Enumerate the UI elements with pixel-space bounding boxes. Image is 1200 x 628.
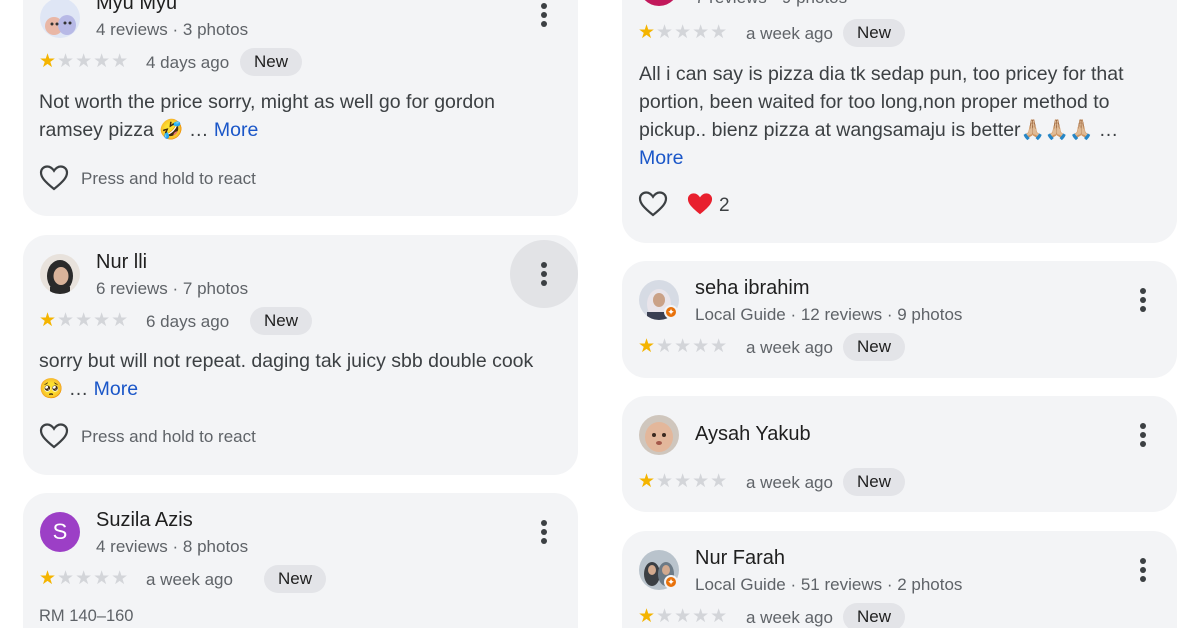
react-prompt: Press and hold to react <box>81 169 256 188</box>
review-body: Not worth the price sorry, might as well… <box>39 91 495 141</box>
review-date: a week ago <box>746 473 833 492</box>
reaction-count: 2 <box>719 195 730 216</box>
review-date: 4 days ago <box>146 53 230 72</box>
avatar[interactable] <box>40 254 80 294</box>
avatar[interactable] <box>639 0 679 6</box>
avatar[interactable] <box>639 415 679 455</box>
more-link[interactable]: More <box>639 147 683 169</box>
new-badge: New <box>264 565 327 593</box>
ellipsis: … <box>189 119 209 141</box>
review-date: a week ago <box>746 608 833 627</box>
new-badge: New <box>250 307 313 335</box>
profile-photo-icon <box>40 254 80 294</box>
more-options-icon[interactable] <box>1131 550 1155 590</box>
price-range: RM 140–160 <box>39 607 134 625</box>
star-rating: ★★★★★ <box>39 568 130 589</box>
star-rating: ★★★★★ <box>39 310 130 331</box>
reviewer-meta: Local Guide · 12 reviews · 9 photos <box>695 305 963 324</box>
star-rating: ★★★★★ <box>638 22 729 43</box>
ellipsis: … <box>1098 119 1119 141</box>
avatar[interactable]: S <box>40 512 80 552</box>
profile-photo-icon <box>639 415 679 455</box>
new-badge: New <box>843 468 906 496</box>
local-guide-badge-icon: ✦ <box>664 305 678 319</box>
review-text: All i can say is pizza dia tk sedap pun,… <box>639 60 1144 172</box>
cartoon-avatar-icon <box>40 0 80 38</box>
reviewer-name[interactable]: Myu Myu <box>96 0 177 15</box>
reviewer-meta: 4 reviews · 3 photos <box>96 20 249 39</box>
star-rating: ★★★★★ <box>638 471 729 492</box>
more-options-icon[interactable] <box>532 0 556 35</box>
reviewer-name[interactable]: Suzila Azis <box>96 509 193 532</box>
review-date: a week ago <box>746 24 833 43</box>
review-card: 7 reviews · 9 photos ★★★★★ a week ago Ne… <box>622 0 1177 243</box>
red-heart-reaction-icon[interactable] <box>686 191 714 217</box>
review-card: S Suzila Azis 4 reviews · 8 photos ★★★★★… <box>23 493 578 628</box>
review-card: Myu Myu 4 reviews · 3 photos ★★★★★ 4 day… <box>23 0 578 216</box>
react-prompt: Press and hold to react <box>81 427 256 446</box>
more-link[interactable]: More <box>94 378 138 400</box>
star-rating: ★★★★★ <box>39 51 130 72</box>
review-body: All i can say is pizza dia tk sedap pun,… <box>639 63 1124 141</box>
reviewer-name[interactable]: Nur Farah <box>695 547 785 570</box>
star-rating: ★★★★★ <box>638 336 729 357</box>
more-options-icon[interactable] <box>532 512 556 552</box>
reviewer-name[interactable]: Aysah Yakub <box>695 423 811 446</box>
new-badge: New <box>843 603 906 628</box>
review-text: sorry but will not repeat. daging tak ju… <box>39 347 559 403</box>
review-date: a week ago <box>146 570 233 589</box>
heart-outline-icon[interactable] <box>638 190 668 218</box>
more-options-icon[interactable] <box>1131 280 1155 320</box>
reviewer-meta: Local Guide · 51 reviews · 2 photos <box>695 575 963 594</box>
more-options-icon[interactable] <box>532 254 556 294</box>
avatar[interactable] <box>40 0 80 38</box>
review-card: ✦ Nur Farah Local Guide · 51 reviews · 2… <box>622 531 1177 628</box>
new-badge: New <box>843 19 906 47</box>
ellipsis: … <box>68 378 89 400</box>
heart-outline-icon[interactable] <box>39 422 69 450</box>
review-date: 6 days ago <box>146 312 230 331</box>
review-card: Nur lli 6 reviews · 7 photos ★★★★★ 6 day… <box>23 235 578 475</box>
more-options-icon[interactable] <box>1131 415 1155 455</box>
new-badge: New <box>240 48 303 76</box>
heart-outline-icon[interactable] <box>39 164 69 192</box>
review-card: ✦ seha ibrahim Local Guide · 12 reviews … <box>622 261 1177 378</box>
review-date: a week ago <box>746 338 833 357</box>
more-link[interactable]: More <box>214 119 258 141</box>
reviewer-name[interactable]: seha ibrahim <box>695 277 810 300</box>
reviewer-meta: 6 reviews · 7 photos <box>96 279 249 298</box>
new-badge: New <box>843 333 906 361</box>
local-guide-badge-icon: ✦ <box>664 575 678 589</box>
review-card: Aysah Yakub ★★★★★ a week ago New <box>622 396 1177 512</box>
star-rating: ★★★★★ <box>638 606 729 627</box>
reviewer-meta: 7 reviews · 9 photos <box>695 0 847 8</box>
review-text: Not worth the price sorry, might as well… <box>39 88 539 144</box>
reviewer-meta: 4 reviews · 8 photos <box>96 537 249 556</box>
reviewer-name[interactable]: Nur lli <box>96 251 147 274</box>
